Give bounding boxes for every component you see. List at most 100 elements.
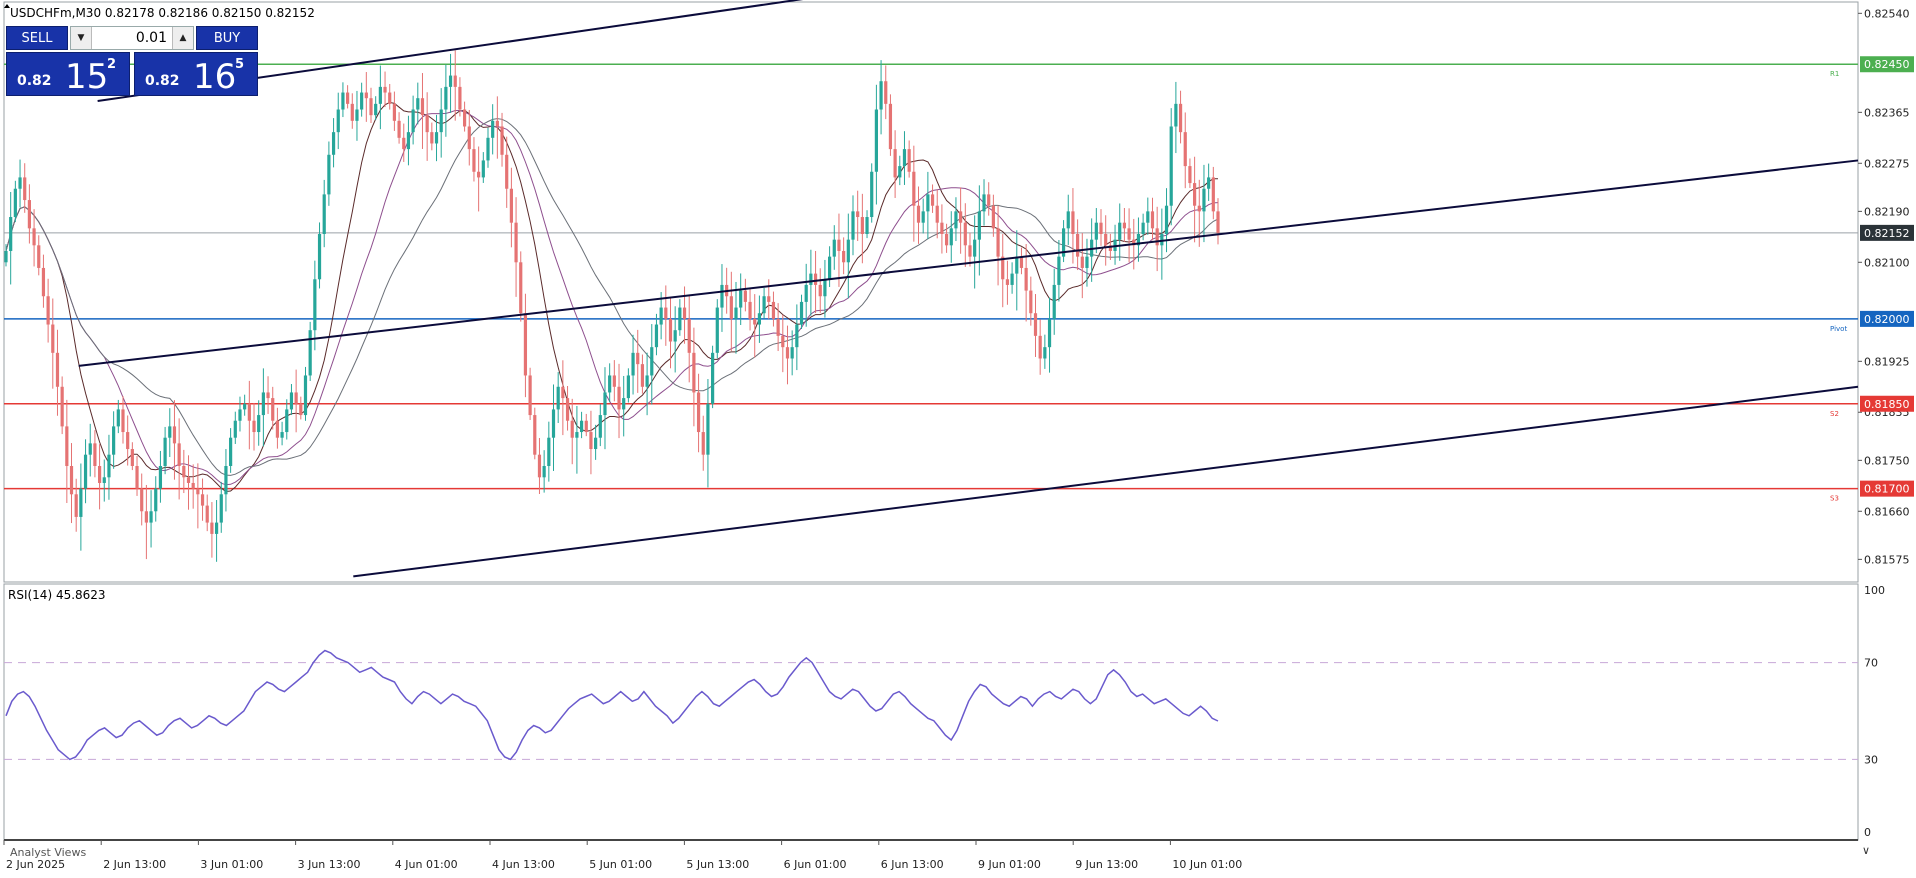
rsi-label: RSI(14) 45.8623 bbox=[8, 588, 106, 602]
candle-body bbox=[514, 222, 518, 263]
candle-body bbox=[18, 177, 22, 189]
candle-body bbox=[210, 522, 214, 534]
candle-body bbox=[168, 426, 172, 438]
candle-body bbox=[528, 375, 532, 416]
candle-body bbox=[1178, 103, 1183, 133]
candle-body bbox=[959, 211, 963, 223]
candle-body bbox=[1005, 279, 1010, 285]
candle-body bbox=[565, 398, 570, 421]
candle-body bbox=[930, 194, 935, 206]
candle-body bbox=[247, 403, 251, 421]
buy-button[interactable]: BUY bbox=[196, 26, 258, 50]
price-tick-label: 0.81750 bbox=[1864, 454, 1910, 467]
candle-body bbox=[799, 301, 804, 325]
chart-canvas[interactable]: USDCHFm,M30 0.82178 0.82186 0.82150 0.82… bbox=[0, 0, 1916, 874]
candle-body bbox=[687, 318, 691, 353]
time-tick-label: 9 Jun 01:00 bbox=[978, 858, 1041, 871]
candle-body bbox=[856, 211, 860, 218]
candle-body bbox=[1104, 234, 1108, 246]
rsi-tick-label: 0 bbox=[1864, 826, 1871, 839]
candle-body bbox=[1202, 188, 1206, 212]
time-tick-label: 4 Jun 01:00 bbox=[395, 858, 458, 871]
candle-body bbox=[977, 211, 981, 240]
candle-body bbox=[112, 426, 116, 455]
level-tag-s2: S2 bbox=[1830, 410, 1839, 418]
candle-body bbox=[991, 205, 995, 229]
candle-body bbox=[69, 466, 74, 495]
candle-body bbox=[257, 415, 261, 433]
candle-body bbox=[140, 488, 144, 512]
scroll-down-icon[interactable]: ∨ bbox=[1862, 844, 1870, 857]
candle-body bbox=[664, 307, 668, 319]
sell-price-box[interactable]: 0.82 15 2 bbox=[6, 52, 130, 97]
candle-body bbox=[495, 120, 499, 127]
candle-body bbox=[233, 420, 237, 438]
candle-body bbox=[23, 177, 27, 201]
candle-body bbox=[1216, 211, 1220, 233]
candle-body bbox=[818, 284, 822, 297]
buy-price-prefix: 0.82 bbox=[145, 73, 180, 89]
candle-body bbox=[1197, 205, 1201, 212]
time-tick-label: 6 Jun 01:00 bbox=[784, 858, 847, 871]
candle-body bbox=[1122, 222, 1127, 229]
candle-body bbox=[505, 154, 509, 189]
candle-body bbox=[388, 92, 392, 104]
lot-size-field[interactable]: ▼ 0.01 ▲ bbox=[70, 26, 194, 50]
candle-body bbox=[299, 403, 303, 416]
candle-body bbox=[1080, 256, 1084, 268]
candle-body bbox=[767, 296, 771, 302]
candle-body bbox=[650, 347, 654, 376]
candle-body bbox=[219, 494, 223, 523]
candle-body bbox=[4, 250, 8, 263]
price-tick-label: 0.82190 bbox=[1864, 205, 1910, 218]
candle-body bbox=[743, 290, 747, 302]
candle-body bbox=[144, 511, 148, 523]
candle-body bbox=[673, 330, 677, 342]
candle-body bbox=[341, 92, 345, 110]
candle-body bbox=[238, 409, 242, 421]
candle-body bbox=[79, 488, 83, 517]
candle-body bbox=[940, 222, 944, 234]
lot-increase-icon[interactable]: ▲ bbox=[172, 27, 193, 49]
sell-button[interactable]: SELL bbox=[6, 26, 68, 50]
candle-body bbox=[1160, 234, 1164, 246]
candle-body bbox=[762, 296, 766, 314]
candle-body bbox=[893, 149, 897, 178]
candle-body bbox=[271, 398, 275, 421]
candle-body bbox=[968, 245, 972, 257]
candle-body bbox=[336, 109, 340, 133]
candle-body bbox=[434, 132, 439, 144]
candle-body bbox=[832, 239, 836, 257]
candle-body bbox=[776, 318, 780, 336]
candle-body bbox=[1033, 313, 1038, 336]
candle-body bbox=[753, 318, 757, 325]
candle-body bbox=[827, 256, 832, 280]
candle-body bbox=[1043, 347, 1047, 359]
lot-decrease-icon[interactable]: ▼ bbox=[71, 27, 92, 49]
candle-body bbox=[757, 313, 762, 325]
candle-body bbox=[360, 92, 364, 110]
candle-body bbox=[771, 301, 776, 319]
candle-body bbox=[626, 375, 630, 399]
candle-body bbox=[252, 420, 256, 433]
candle-body bbox=[982, 194, 986, 212]
candle-body bbox=[912, 171, 916, 206]
price-tick-label: 0.82540 bbox=[1864, 7, 1910, 20]
candle-body bbox=[804, 284, 808, 302]
candle-body bbox=[130, 449, 134, 466]
candle-body bbox=[196, 488, 200, 495]
buy-price-box[interactable]: 0.82 16 5 bbox=[134, 52, 258, 97]
time-tick-label: 4 Jun 13:00 bbox=[492, 858, 555, 871]
candle-body bbox=[116, 409, 120, 427]
candle-body bbox=[963, 222, 967, 246]
level-tag-pivot: Pivot bbox=[1830, 325, 1847, 333]
price-tick-label: 0.81660 bbox=[1864, 505, 1910, 518]
rsi-tick-label: 70 bbox=[1864, 657, 1878, 670]
candle-body bbox=[996, 228, 1000, 257]
candle-body bbox=[346, 92, 350, 104]
candle-body bbox=[439, 109, 443, 133]
candle-body bbox=[205, 505, 209, 523]
lot-size-value[interactable]: 0.01 bbox=[93, 27, 171, 49]
candle-body bbox=[364, 92, 368, 99]
candle-body bbox=[289, 392, 294, 410]
